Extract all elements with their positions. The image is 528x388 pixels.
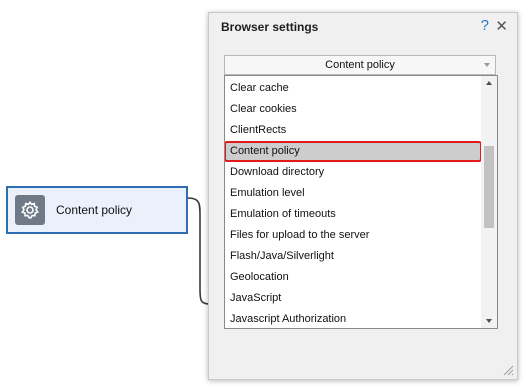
dropdown-item[interactable]: Emulation of timeouts [225, 204, 481, 225]
dropdown-item[interactable]: ClientRects [225, 120, 481, 141]
window-titlebar[interactable]: Browser settings ? ✕ [209, 13, 517, 41]
close-button[interactable]: ✕ [495, 17, 508, 35]
help-button[interactable]: ? [481, 17, 489, 34]
canvas: Content policy Browser settings ? ✕ Cont… [0, 0, 528, 388]
dropdown-item[interactable]: JavaScript [225, 288, 481, 309]
setting-select-value: Content policy [325, 59, 395, 71]
scroll-thumb[interactable] [484, 146, 494, 228]
dropdown-item[interactable]: Clear cache [225, 78, 481, 99]
dropdown-items: Clear cache Clear cookies ClientRects Co… [225, 78, 482, 328]
dropdown-item[interactable]: Flash/Java/Silverlight [225, 246, 481, 267]
resize-grip-icon[interactable] [502, 364, 514, 376]
browser-settings-window: Browser settings ? ✕ Content policy Clea… [208, 12, 518, 380]
dropdown-item[interactable]: Clear cookies [225, 99, 481, 120]
dropdown-item[interactable]: Files for upload to the server [225, 225, 481, 246]
dropdown-item[interactable]: Emulation level [225, 183, 481, 204]
setting-select[interactable]: Content policy [224, 55, 496, 75]
setting-dropdown-list[interactable]: Clear cache Clear cookies ClientRects Co… [224, 75, 498, 329]
dropdown-item[interactable]: Geolocation [225, 267, 481, 288]
content-policy-node[interactable]: Content policy [6, 186, 188, 234]
dropdown-item-selected[interactable]: Content policy [225, 141, 482, 162]
chevron-down-icon[interactable] [484, 63, 490, 67]
gear-icon [15, 195, 45, 225]
dropdown-scrollbar[interactable] [481, 76, 497, 328]
dropdown-item[interactable]: Download directory [225, 162, 481, 183]
scroll-up-arrow-icon[interactable] [486, 81, 492, 85]
window-title: Browser settings [221, 20, 319, 34]
scroll-down-arrow-icon[interactable] [486, 319, 492, 323]
node-label: Content policy [56, 203, 133, 217]
dropdown-item[interactable]: Javascript Authorization [225, 309, 481, 328]
